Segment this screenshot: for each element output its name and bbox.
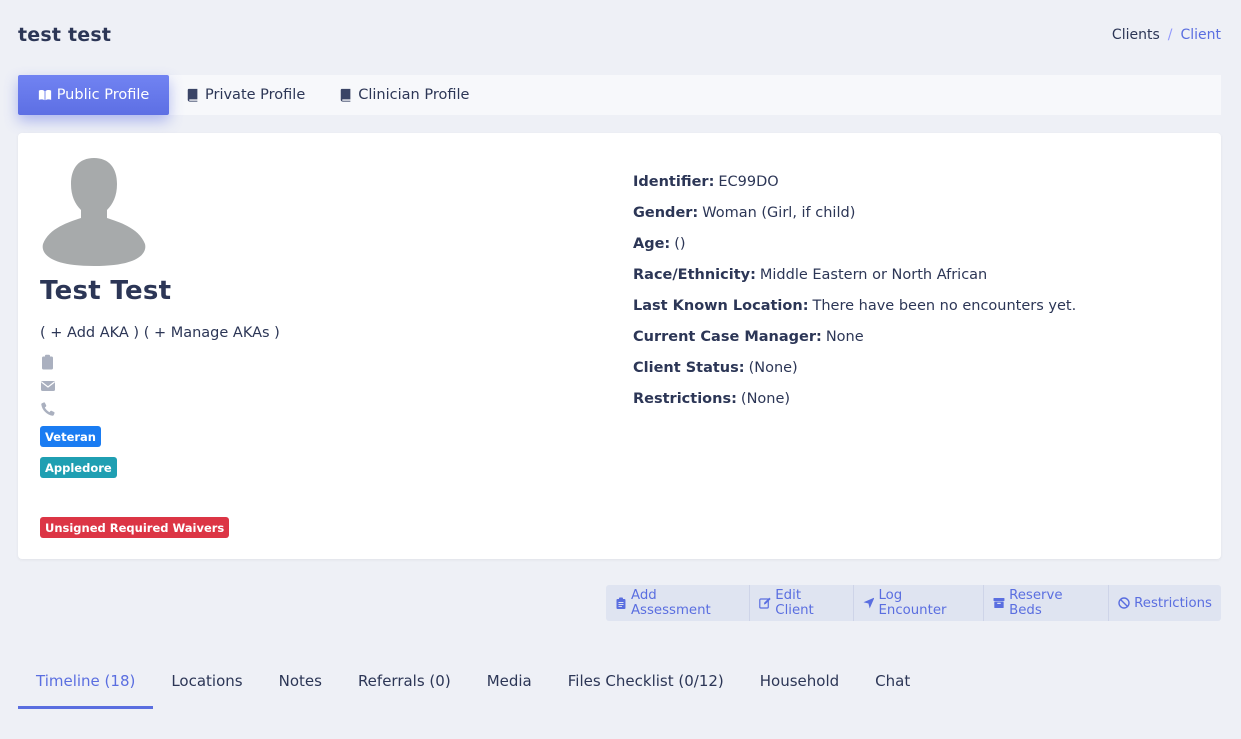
action-label: Add Assessment [630,588,711,618]
unsigned-waivers-badge[interactable]: Unsigned Required Waivers [40,517,230,538]
breadcrumb-separator: / [1167,27,1173,43]
detail-label: Identifier: [633,173,715,190]
client-name: Test Test [40,276,172,306]
detail-value: (None) [740,390,791,407]
add-assessment-button[interactable]: Add Assessment [606,585,751,621]
tab-public-profile[interactable]: Public Profile [18,75,169,115]
detail-gender: Gender: Woman (Girl, if child) [633,197,1076,228]
action-label: Reserve Beds [1009,588,1063,618]
detail-last-known-location: Last Known Location: There have been no … [633,290,1076,321]
action-label: Restrictions [1134,595,1212,611]
edit-icon [759,597,771,609]
detail-value: () [674,235,686,252]
appledore-badge: Appledore [40,457,117,478]
detail-case-manager: Current Case Manager: None [633,321,1076,352]
detail-label: Current Case Manager: [633,328,822,345]
book-open-icon [38,90,51,101]
profile-tabs: Public Profile Private Profile Clinician… [18,75,1221,115]
detail-label: Last Known Location: [633,297,809,314]
tab-household[interactable]: Household [742,655,857,709]
detail-label: Client Status: [633,359,745,376]
edit-client-button[interactable]: Edit Client [750,585,854,621]
book-icon [341,88,351,102]
tab-timeline[interactable]: Timeline (18) [18,655,154,709]
log-encounter-button[interactable]: Log Encounter [854,585,985,621]
manage-akas-link[interactable]: ( + Manage AKAs ) [144,325,280,341]
veteran-badge: Veteran [40,426,101,447]
client-action-bar: Add Assessment Edit Client Log Encounter… [606,585,1221,621]
envelope-icon [41,381,55,391]
clipboard-icon [42,354,53,370]
tab-label: Public Profile [56,87,150,103]
tab-media[interactable]: Media [469,655,550,709]
tab-chat[interactable]: Chat [857,655,928,709]
detail-label: Gender: [633,204,699,221]
detail-label: Age: [633,235,671,252]
client-details: Identifier: EC99DO Gender: Woman (Girl, … [633,166,1076,414]
clipboard-icon [616,597,626,609]
tab-notes[interactable]: Notes [261,655,340,709]
restrictions-button[interactable]: Restrictions [1109,585,1221,621]
tab-referrals[interactable]: Referrals (0) [340,655,469,709]
tab-label: Private Profile [205,87,306,103]
breadcrumb-clients[interactable]: Clients [1112,27,1160,43]
add-aka-link[interactable]: ( + Add AKA ) [40,325,139,341]
detail-label: Race/Ethnicity: [633,266,756,283]
client-profile-card: Test Test ( + Add AKA ) ( + Manage AKAs … [18,133,1221,559]
tab-locations[interactable]: Locations [153,655,260,709]
detail-value: There have been no encounters yet. [812,297,1077,314]
detail-client-status: Client Status: (None) [633,352,1076,383]
detail-label: Restrictions: [633,390,737,407]
action-label: Log Encounter [878,588,947,618]
detail-race-ethnicity: Race/Ethnicity: Middle Eastern or North … [633,259,1076,290]
detail-value: None [825,328,864,345]
detail-restrictions: Restrictions: (None) [633,383,1076,414]
detail-value: Middle Eastern or North African [759,266,988,283]
breadcrumb-client: Client [1180,27,1221,43]
reserve-beds-button[interactable]: Reserve Beds [984,585,1110,621]
tab-clinician-profile[interactable]: Clinician Profile [322,75,486,115]
location-arrow-icon [863,597,874,609]
tab-private-profile[interactable]: Private Profile [169,75,322,115]
client-section-tabs: Timeline (18) Locations Notes Referrals … [18,655,928,709]
archive-icon [993,598,1005,608]
phone-icon [41,402,55,416]
detail-value: EC99DO [718,173,779,190]
avatar [42,158,146,266]
detail-identifier: Identifier: EC99DO [633,166,1076,197]
breadcrumb: Clients / Client [1112,27,1221,43]
tab-files-checklist[interactable]: Files Checklist (0/12) [550,655,742,709]
page-title: test test [18,24,112,46]
detail-value: (None) [748,359,798,376]
book-icon [187,88,198,102]
detail-value: Woman (Girl, if child) [702,204,856,221]
detail-age: Age: () [633,228,1076,259]
action-label: Edit Client [775,588,814,618]
ban-icon [1118,597,1130,609]
tab-label: Clinician Profile [358,87,470,103]
aka-actions: ( + Add AKA ) ( + Manage AKAs ) [40,325,280,341]
